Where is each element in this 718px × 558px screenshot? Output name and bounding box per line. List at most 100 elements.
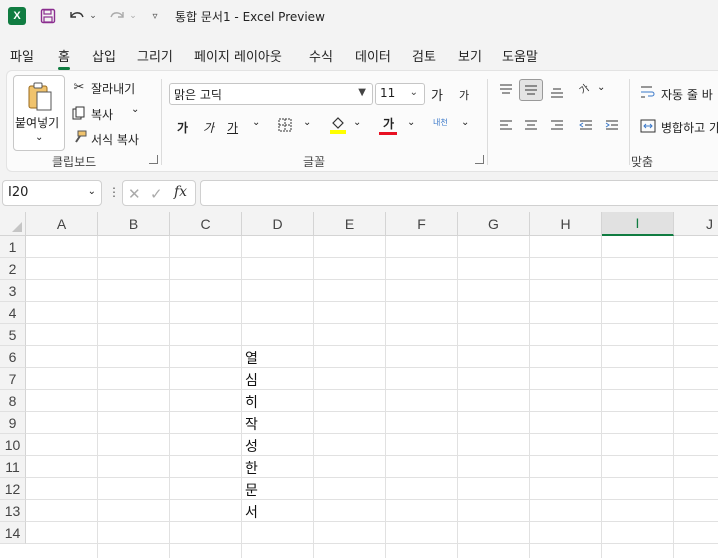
row-header-10[interactable]: 10 <box>0 434 26 456</box>
copy-button[interactable]: 복사 <box>91 106 113 123</box>
align-bottom-icon[interactable] <box>548 83 566 101</box>
column-header-b[interactable]: B <box>98 212 170 236</box>
fill-color-dropdown-chevron-icon[interactable]: ⌄ <box>353 117 361 128</box>
paste-dropdown-chevron-icon[interactable]: ⌄ <box>35 132 43 143</box>
row-gridline <box>26 477 718 478</box>
select-all-button[interactable] <box>0 212 26 236</box>
column-header-d[interactable]: D <box>242 212 314 236</box>
cell-d6[interactable]: 열 <box>245 348 258 368</box>
row-gridline <box>26 301 718 302</box>
tab-review[interactable]: 검토 <box>412 46 436 65</box>
row-header-3[interactable]: 3 <box>0 280 26 302</box>
tab-draw[interactable]: 그리기 <box>137 46 173 65</box>
row-header-4[interactable]: 4 <box>0 302 26 324</box>
column-header-f[interactable]: F <box>386 212 458 236</box>
tab-insert[interactable]: 삽입 <box>92 46 116 65</box>
ribbon-tabs: 파일 홈 삽입 그리기 페이지 레이아웃 수식 데이터 검토 보기 도움말 <box>0 40 718 70</box>
name-box[interactable]: I20 ⌄ <box>2 180 102 206</box>
save-icon[interactable] <box>38 6 58 26</box>
cell-d8[interactable]: 히 <box>245 392 258 412</box>
italic-button[interactable]: 가 <box>203 119 214 136</box>
tab-formulas[interactable]: 수식 <box>309 46 333 65</box>
tab-data[interactable]: 데이터 <box>355 46 391 65</box>
decrease-font-size-button[interactable]: 가 <box>459 87 469 103</box>
font-launcher-icon[interactable] <box>475 155 484 164</box>
borders-dropdown-chevron-icon[interactable]: ⌄ <box>303 117 311 128</box>
cell-d7[interactable]: 심 <box>245 370 258 390</box>
row-header-6[interactable]: 6 <box>0 346 26 368</box>
align-center-icon[interactable] <box>522 117 540 135</box>
font-name-dropdown-icon[interactable]: ▼ <box>358 87 366 98</box>
column-header-h[interactable]: H <box>530 212 602 236</box>
format-painter-button[interactable]: 서식 복사 <box>91 131 139 148</box>
tab-home[interactable]: 홈 <box>58 46 70 70</box>
align-top-icon[interactable] <box>497 81 515 99</box>
phonetic-dropdown-chevron-icon[interactable]: ⌄ <box>461 117 469 128</box>
font-size-dropdown-icon[interactable]: ⌄ <box>410 87 418 98</box>
cut-button[interactable]: 잘라내기 <box>91 80 135 97</box>
underline-button[interactable]: 가 <box>227 119 238 136</box>
increase-font-size-button[interactable]: 가 <box>431 85 443 104</box>
enter-entry-icon[interactable]: ✓ <box>150 185 163 203</box>
column-header-j[interactable]: J <box>674 212 718 236</box>
undo-icon[interactable] <box>66 6 88 26</box>
wrap-text-button[interactable]: 자동 줄 바 <box>661 86 713 103</box>
align-middle-icon[interactable] <box>519 79 543 101</box>
insert-function-button[interactable]: fx <box>174 184 187 200</box>
column-gridline <box>313 236 314 558</box>
name-box-dropdown-icon[interactable]: ⌄ <box>88 186 96 197</box>
increase-indent-icon[interactable] <box>603 117 621 135</box>
cell-d12[interactable]: 문 <box>245 480 258 500</box>
cell-d13[interactable]: 서 <box>245 502 258 522</box>
underline-dropdown-chevron-icon[interactable]: ⌄ <box>252 117 260 128</box>
cell-d11[interactable]: 한 <box>245 458 258 478</box>
borders-icon[interactable] <box>277 117 293 133</box>
tab-file[interactable]: 파일 <box>10 46 34 65</box>
column-header-a[interactable]: A <box>26 212 98 236</box>
row-header-13[interactable]: 13 <box>0 500 26 522</box>
align-left-icon[interactable] <box>497 117 515 135</box>
row-header-2[interactable]: 2 <box>0 258 26 280</box>
row-header-11[interactable]: 11 <box>0 456 26 478</box>
customize-qat-icon[interactable]: ▿ <box>148 6 162 26</box>
paste-button[interactable]: 붙여넣기 ⌄ <box>13 75 65 151</box>
worksheet-grid[interactable]: ABCDEFGHIJ 1 2 3 4 5 6 7 8 9 10 11 12 13 14 열심히작성한문서 <box>0 212 718 558</box>
orientation-button[interactable]: 가 <box>575 80 592 97</box>
font-color-button[interactable]: 가 <box>383 115 394 132</box>
cancel-entry-icon[interactable]: ✕ <box>128 185 141 203</box>
cell-d9[interactable]: 작 <box>245 414 258 434</box>
orientation-dropdown-chevron-icon[interactable]: ⌄ <box>597 82 605 93</box>
column-header-c[interactable]: C <box>170 212 242 236</box>
font-name-combo[interactable]: 맑은 고딕 ▼ <box>169 83 373 105</box>
tab-help[interactable]: 도움말 <box>502 46 538 65</box>
clipboard-launcher-icon[interactable] <box>149 155 158 164</box>
font-color-dropdown-chevron-icon[interactable]: ⌄ <box>407 117 415 128</box>
font-size-combo[interactable]: 11 ⌄ <box>375 83 425 105</box>
row-header-8[interactable]: 8 <box>0 390 26 412</box>
undo-dropdown-chevron-icon[interactable]: ⌄ <box>88 6 98 26</box>
redo-dropdown-chevron-icon[interactable]: ⌄ <box>128 6 138 26</box>
column-gridline <box>601 236 602 558</box>
row-header-1[interactable]: 1 <box>0 236 26 258</box>
phonetic-guide-button[interactable]: 내천 <box>433 117 448 128</box>
merge-center-button[interactable]: 병합하고 가 <box>661 119 718 136</box>
formula-bar-more-icon[interactable]: ⋮ <box>108 185 120 199</box>
formula-input[interactable] <box>200 180 718 206</box>
row-header-12[interactable]: 12 <box>0 478 26 500</box>
row-header-9[interactable]: 9 <box>0 412 26 434</box>
bold-button[interactable]: 가 <box>177 119 188 136</box>
column-header-i[interactable]: I <box>602 212 674 236</box>
row-header-7[interactable]: 7 <box>0 368 26 390</box>
tab-view[interactable]: 보기 <box>458 46 482 65</box>
row-header-14[interactable]: 14 <box>0 522 26 544</box>
fill-color-icon[interactable] <box>329 115 347 135</box>
row-header-5[interactable]: 5 <box>0 324 26 346</box>
cell-d10[interactable]: 성 <box>245 436 258 456</box>
copy-dropdown-chevron-icon[interactable]: ⌄ <box>131 104 139 115</box>
align-right-icon[interactable] <box>548 117 566 135</box>
redo-icon[interactable] <box>106 6 128 26</box>
column-header-g[interactable]: G <box>458 212 530 236</box>
tab-page-layout[interactable]: 페이지 레이아웃 <box>194 46 282 65</box>
decrease-indent-icon[interactable] <box>577 117 595 135</box>
column-header-e[interactable]: E <box>314 212 386 236</box>
